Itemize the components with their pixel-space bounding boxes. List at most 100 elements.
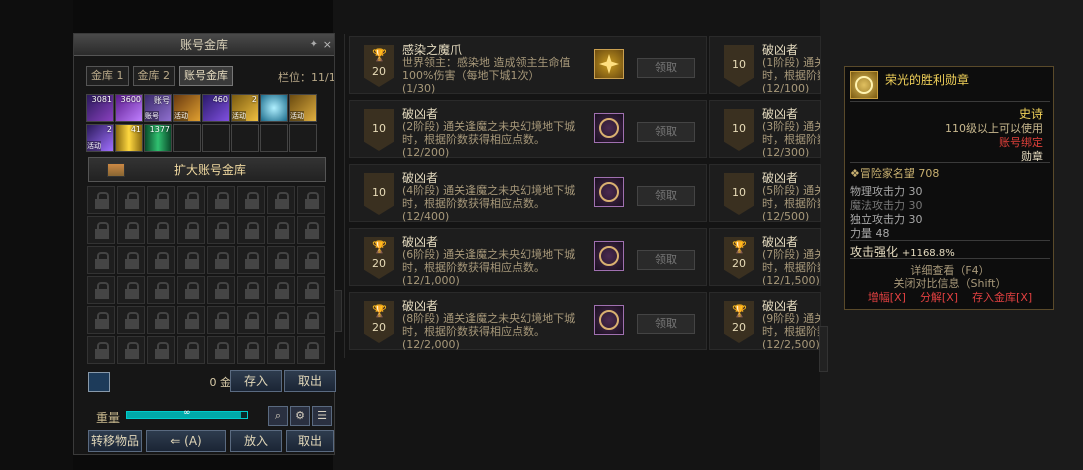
close-icon[interactable]: × [323,34,332,56]
points-badge: 10 [724,173,754,215]
coin-bag-icon[interactable] [88,372,110,392]
medal-icon [850,71,878,99]
lock-icon [207,336,235,364]
lock-icon [87,216,115,244]
item-name: 荣光的胜利勋章 [885,73,970,87]
gear-icon[interactable]: ⚙ [290,406,310,426]
withdraw-button[interactable]: 取出 [284,370,336,392]
achievement-desc: (5阶段) 通关逢魔之未央幻境地下城时，根据阶数获得相应点数。(12/500) [762,184,820,222]
warehouse-titlebar[interactable]: 账号金库 ✦ × [74,34,334,56]
lock-icon [177,336,205,364]
points-badge: 🏆 20 [364,301,394,343]
empty-slot[interactable] [173,124,201,152]
tab-account-warehouse[interactable]: 账号金库 [179,66,233,86]
achievement-row: 10 破凶者 (1阶段) 通关逢魔之未央幻境地下城时，根据阶数获得相应点数。(1… [709,36,821,94]
lock-icon [267,306,295,334]
achievement-row: 10 破凶者 (4阶段) 通关逢魔之未央幻境地下城时，根据阶数获得相应点数。 (1… [349,164,707,223]
reward-icon[interactable] [594,241,624,271]
take-out-button[interactable]: 取出 [286,430,334,452]
trophy-icon: 🏆 [372,48,387,62]
lock-icon [297,306,325,334]
weight-bar: ∞ [126,408,248,419]
item-slot[interactable]: 活动 [173,94,201,122]
item-slot[interactable]: 1377 [144,124,172,152]
lock-icon [87,186,115,214]
disassemble-action[interactable]: 分解[X] [920,291,958,304]
achievement-row: 🏆 20 破凶者 (8阶段) 通关逢魔之未央幻境地下城时，根据阶数获得相应点数。(… [349,292,707,351]
item-slot[interactable]: 460 [202,94,230,122]
achievement-desc: (9阶段) 通关逢魔之未央幻境地下城时，根据阶数获得相应点数。(12/2,500… [762,312,820,350]
claim-button[interactable]: 领取 [637,186,695,206]
item-slot[interactable]: 活动 [289,94,317,122]
put-in-button[interactable]: 放入 [230,430,282,452]
lock-icon [207,186,235,214]
lock-icon [177,216,205,244]
achievement-desc: (7阶段) 通关逢魔之未央幻境地下城时，根据阶数获得相应点数。(12/1,500… [762,248,820,286]
achievement-desc: (3阶段) 通关逢魔之未央幻境地下城时，根据阶数获得相应点数。(12/300) [762,120,820,158]
chest-icon [107,162,125,177]
points-badge: 🏆 20 [724,301,754,343]
panel-scroll-handle-right[interactable] [819,326,828,372]
lock-icon [147,246,175,274]
achievement-row: 10 破凶者 (5阶段) 通关逢魔之未央幻境地下城时，根据阶数获得相应点数。(1… [709,164,821,222]
lock-icon [177,246,205,274]
empty-slot[interactable] [231,124,259,152]
item-grid: 3081 3600 账号 账号 活动 460 2 活动 活动 2 活动 41 1377 [86,94,326,154]
panel-scroll-handle-left[interactable] [334,290,342,332]
achievement-desc: (4阶段) 通关逢魔之未央幻境地下城时，根据阶数获得相应点数。 (12/400) [402,184,576,223]
claim-button[interactable]: 领取 [637,58,695,78]
lock-icon [297,276,325,304]
tooltip-actions: 增幅[X] 分解[X] 存入金库[X] [845,289,1055,305]
lock-icon [267,186,295,214]
lock-icon [207,246,235,274]
achievement-row: 🏆 20 破凶者 (6阶段) 通关逢魔之未央幻境地下城时，根据阶数获得相应点数。(… [349,228,707,287]
reward-icon[interactable] [594,113,624,143]
item-slot[interactable]: 3081 [86,94,114,122]
transfer-mode-label: ⇐ (A) [170,434,202,448]
list-icon[interactable]: ☰ [312,406,332,426]
empty-slot[interactable] [202,124,230,152]
item-slot[interactable] [260,94,288,122]
item-slot[interactable]: 3600 [115,94,143,122]
empty-slot[interactable] [289,124,317,152]
transfer-items-button[interactable]: 转移物品 [88,430,142,452]
reward-icon[interactable] [594,177,624,207]
claim-button[interactable]: 领取 [637,122,695,142]
claim-button[interactable]: 领取 [637,314,695,334]
lock-icon [267,246,295,274]
lock-icon [237,276,265,304]
item-slot[interactable]: 41 [115,124,143,152]
reward-icon[interactable] [594,49,624,79]
pin-icon[interactable]: ✦ [310,34,318,56]
amplify-action[interactable]: 增幅[X] [868,291,906,304]
account-warehouse-window: 账号金库 ✦ × 金库 1 金库 2 账号金库 栏位：11/16 3081 36… [73,33,336,455]
item-slot[interactable]: 2 活动 [86,124,114,152]
lock-icon [207,276,235,304]
lock-icon [117,186,145,214]
lock-icon [237,246,265,274]
deposit-button[interactable]: 存入 [230,370,282,392]
transfer-mode-button[interactable]: ⇐ (A) [146,430,226,452]
lock-icon [87,336,115,364]
achievement-panel: 🏆 20 感染之魔爪 世界领主：感染地 造成领主生命值100%伤害（每地下城1次）… [344,34,821,358]
empty-slot[interactable] [260,124,288,152]
achievement-row: 🏆 20 感染之魔爪 世界领主：感染地 造成领主生命值100%伤害（每地下城1次）… [349,36,707,95]
item-slot[interactable]: 2 活动 [231,94,259,122]
trophy-icon: 🏆 [732,240,747,254]
lock-icon [177,306,205,334]
fame-row: ❖冒险家名望 708 [850,167,940,180]
lock-icon [297,186,325,214]
expand-warehouse-button[interactable]: 扩大账号金库 [88,157,326,182]
search-icon[interactable]: ⌕ [268,406,288,426]
points-badge: 10 [724,45,754,87]
weight-label: 重量 [96,411,121,425]
lock-icon [117,336,145,364]
item-slot[interactable]: 账号 账号 [144,94,172,122]
store-action[interactable]: 存入金库[X] [972,291,1032,304]
reward-icon[interactable] [594,305,624,335]
tab-warehouse-2[interactable]: 金库 2 [132,66,175,86]
tab-warehouse-1[interactable]: 金库 1 [86,66,129,86]
points-badge: 🏆 20 [364,45,394,87]
claim-button[interactable]: 领取 [637,250,695,270]
achievement-desc: (6阶段) 通关逢魔之未央幻境地下城时，根据阶数获得相应点数。 (12/1,000… [402,248,576,287]
